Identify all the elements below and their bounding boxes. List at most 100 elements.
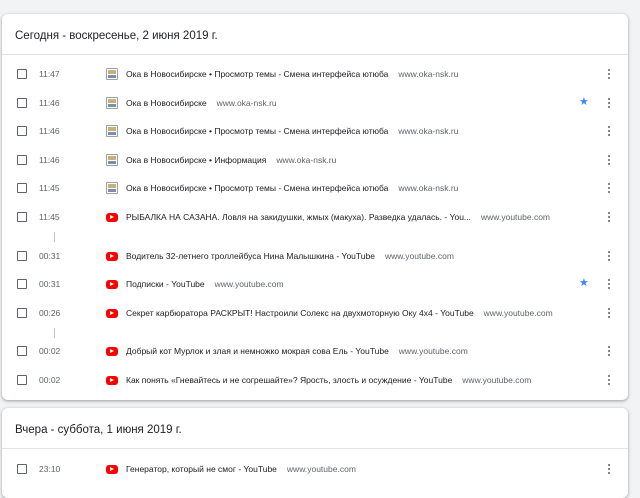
- history-row[interactable]: 00:26 Секрет карбюратора РАСКРЫТ! Настрои…: [2, 299, 628, 327]
- page-domain: www.youtube.com: [214, 278, 284, 289]
- page-title[interactable]: Добрый кот Мурлок и злая и немножко мокр…: [126, 346, 389, 356]
- page-domain: www.youtube.com: [462, 374, 532, 385]
- history-title-link[interactable]: Подписки - YouTube www.youtube.com: [126, 279, 284, 289]
- page-title[interactable]: РЫБАЛКА НА САЗАНА. Ловля на закидушки, ж…: [126, 212, 471, 222]
- history-title-link[interactable]: Ока в Новосибирске • Просмотр темы - Сме…: [126, 183, 458, 193]
- page-domain: www.youtube.com: [483, 307, 553, 318]
- youtube-favicon-icon: [106, 213, 118, 222]
- select-checkbox[interactable]: [17, 464, 27, 474]
- page-title[interactable]: Ока в Новосибирске • Просмотр темы - Сме…: [126, 126, 388, 136]
- history-group-header: Сегодня - воскресенье, 2 июня 2019 г.: [2, 14, 628, 55]
- history-title-link[interactable]: Ока в Новосибирске • Просмотр темы - Сме…: [126, 69, 458, 79]
- bookmark-star-icon[interactable]: ★: [579, 95, 589, 108]
- visit-time: 11:45: [39, 212, 60, 222]
- page-domain: www.youtube.com: [398, 345, 468, 356]
- bookmark-star-icon[interactable]: ★: [579, 276, 589, 289]
- visit-time: 11:45: [39, 183, 60, 193]
- more-actions-icon[interactable]: [602, 124, 616, 138]
- history-row[interactable]: 11:46 Ока в Новосибирске • Просмотр темы …: [2, 117, 628, 145]
- site-favicon-icon: [106, 68, 118, 80]
- visit-time: 00:26: [39, 308, 61, 318]
- time-gap-divider: [54, 328, 55, 338]
- visit-time: 00:31: [39, 279, 61, 289]
- page-title[interactable]: Ока в Новосибирске • Просмотр темы - Сме…: [126, 69, 388, 79]
- history-group-header: Вчера - суббота, 1 июня 2019 г.: [2, 408, 628, 449]
- more-actions-icon[interactable]: [602, 306, 616, 320]
- site-favicon-icon: [106, 182, 118, 194]
- more-actions-icon[interactable]: [602, 344, 616, 358]
- youtube-favicon-icon: [106, 309, 118, 318]
- history-row[interactable]: 00:31 Водитель 32-летнего троллейбуса Нин…: [2, 242, 628, 270]
- more-actions-icon[interactable]: [602, 462, 616, 476]
- history-row[interactable]: 11:47 Ока в Новосибирске • Просмотр темы …: [2, 60, 628, 88]
- visit-time: 00:02: [39, 346, 61, 356]
- page-domain: www.oka-nsk.ru: [398, 182, 459, 193]
- history-title-link[interactable]: Ока в Новосибирске • Просмотр темы - Сме…: [126, 126, 458, 136]
- page-domain: www.youtube.com: [384, 250, 454, 261]
- visit-time: 11:46: [39, 155, 60, 165]
- select-checkbox[interactable]: [17, 308, 27, 318]
- select-checkbox[interactable]: [17, 69, 27, 79]
- page-title[interactable]: Ока в Новосибирске • Информация: [126, 155, 266, 165]
- select-checkbox[interactable]: [17, 251, 27, 261]
- page-title[interactable]: Подписки - YouTube: [126, 279, 205, 289]
- select-checkbox[interactable]: [17, 375, 27, 385]
- select-checkbox[interactable]: [17, 279, 27, 289]
- page-title[interactable]: Как понять «Гневайтесь и не согрешайте»?…: [126, 375, 452, 385]
- history-title-link[interactable]: Добрый кот Мурлок и злая и немножко мокр…: [126, 346, 468, 356]
- visit-time: 11:46: [39, 126, 60, 136]
- page-domain: www.oka-nsk.ru: [398, 125, 459, 136]
- page-title[interactable]: Ока в Новосибирске • Просмотр темы - Сме…: [126, 183, 388, 193]
- history-row[interactable]: 00:02 Как понять «Гневайтесь и не согреша…: [2, 366, 628, 394]
- visit-time: 00:31: [39, 251, 61, 261]
- visit-time: 00:02: [39, 375, 61, 385]
- youtube-favicon-icon: [106, 465, 118, 474]
- page-domain: www.oka-nsk.ru: [216, 97, 277, 108]
- page-title[interactable]: Секрет карбюратора РАСКРЫТ! Настроили Со…: [126, 308, 474, 318]
- more-actions-icon[interactable]: [602, 373, 616, 387]
- more-actions-icon[interactable]: [602, 277, 616, 291]
- visit-time: 11:46: [39, 98, 60, 108]
- select-checkbox[interactable]: [17, 98, 27, 108]
- site-favicon-icon: [106, 125, 118, 137]
- history-title-link[interactable]: Генератор, который не смог - YouTube www.…: [126, 464, 356, 474]
- more-actions-icon[interactable]: [602, 153, 616, 167]
- more-actions-icon[interactable]: [602, 249, 616, 263]
- select-checkbox[interactable]: [17, 346, 27, 356]
- page-title[interactable]: Водитель 32-летнего троллейбуса Нина Мал…: [126, 251, 375, 261]
- more-actions-icon[interactable]: [602, 210, 616, 224]
- history-row[interactable]: 11:46 Ока в Новосибирске www.oka-nsk.ru ★: [2, 89, 628, 117]
- more-actions-icon[interactable]: [602, 67, 616, 81]
- youtube-favicon-icon: [106, 347, 118, 356]
- page-domain: www.youtube.com: [286, 463, 356, 474]
- page-domain: www.oka-nsk.ru: [398, 68, 459, 79]
- time-gap-divider: [54, 232, 55, 242]
- page-domain: www.youtube.com: [481, 211, 551, 222]
- youtube-favicon-icon: [106, 280, 118, 289]
- history-row[interactable]: 23:10 Генератор, который не смог - YouTub…: [2, 455, 628, 483]
- select-checkbox[interactable]: [17, 212, 27, 222]
- visit-time: 23:10: [39, 464, 61, 474]
- page-title[interactable]: Генератор, который не смог - YouTube: [126, 464, 277, 474]
- page-domain: www.oka-nsk.ru: [276, 154, 337, 165]
- history-title-link[interactable]: Ока в Новосибирске www.oka-nsk.ru: [126, 98, 277, 108]
- select-checkbox[interactable]: [17, 126, 27, 136]
- select-checkbox[interactable]: [17, 183, 27, 193]
- history-title-link[interactable]: Водитель 32-летнего троллейбуса Нина Мал…: [126, 251, 454, 261]
- page-title[interactable]: Ока в Новосибирске: [126, 98, 207, 108]
- history-row[interactable]: 11:45 РЫБАЛКА НА САЗАНА. Ловля на закидуш…: [2, 203, 628, 231]
- site-favicon-icon: [106, 154, 118, 166]
- history-title-link[interactable]: Секрет карбюратора РАСКРЫТ! Настроили Со…: [126, 308, 553, 318]
- more-actions-icon[interactable]: [602, 96, 616, 110]
- history-title-link[interactable]: Ока в Новосибирске • Информация www.oka-n…: [126, 155, 336, 165]
- more-actions-icon[interactable]: [602, 181, 616, 195]
- select-checkbox[interactable]: [17, 155, 27, 165]
- history-row[interactable]: 00:02 Добрый кот Мурлок и злая и немножко…: [2, 337, 628, 365]
- history-title-link[interactable]: Как понять «Гневайтесь и не согрешайте»?…: [126, 375, 531, 385]
- history-row[interactable]: 11:45 Ока в Новосибирске • Просмотр темы …: [2, 174, 628, 202]
- site-favicon-icon: [106, 97, 118, 109]
- history-title-link[interactable]: РЫБАЛКА НА САЗАНА. Ловля на закидушки, ж…: [126, 212, 550, 222]
- youtube-favicon-icon: [106, 252, 118, 261]
- history-row[interactable]: 00:31 Подписки - YouTube www.youtube.com ★: [2, 270, 628, 298]
- history-row[interactable]: 11:46 Ока в Новосибирске • Информация www.…: [2, 146, 628, 174]
